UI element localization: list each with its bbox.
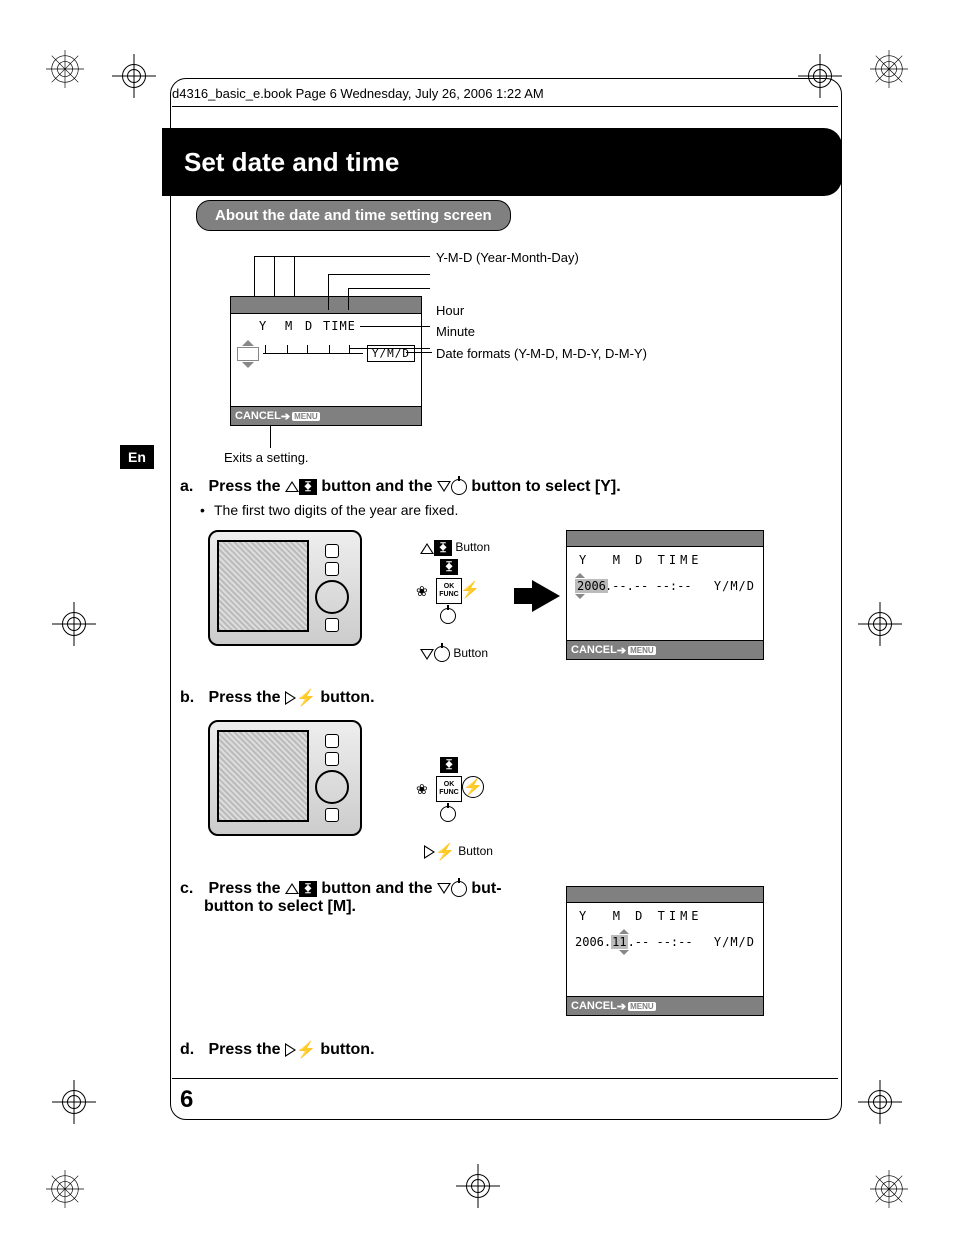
flash-icon: ⚡	[296, 1040, 316, 1060]
registration-mark-icon	[464, 1172, 492, 1200]
timer-icon	[451, 479, 467, 495]
camera-illustration	[208, 720, 362, 836]
header-text: d4316_basic_e.book Page 6 Wednesday, Jul…	[172, 86, 544, 101]
step-b: b. Press the ⚡ button.	[180, 688, 375, 708]
language-tab: En	[120, 445, 154, 469]
flash-icon: ⚡	[460, 580, 480, 600]
dpad-diagram: ⧱ ❀ ⚡ OKFUNC	[418, 560, 478, 620]
section-title-bar: Set date and time	[162, 128, 842, 196]
dpad-diagram: ⧱ ❀ ⚡ OKFUNC	[418, 758, 478, 818]
dpad-down-label: Button	[420, 646, 488, 662]
exposure-icon: ⧱	[440, 559, 458, 575]
up-triangle-icon	[285, 481, 299, 492]
right-triangle-icon	[285, 1043, 296, 1057]
section-title: Set date and time	[184, 147, 399, 178]
camera-illustration	[208, 530, 362, 646]
step-d: d. Press the ⚡ button.	[180, 1040, 375, 1060]
crop-mark-icon	[870, 50, 908, 88]
right-triangle-icon	[285, 691, 296, 705]
exposure-icon: ⧱	[440, 757, 458, 773]
registration-mark-icon	[866, 1088, 894, 1116]
footer-rule	[172, 1078, 838, 1079]
right-triangle-icon	[424, 845, 435, 859]
down-triangle-icon	[420, 649, 434, 660]
timer-icon	[451, 881, 467, 897]
step-a: a. Press the ⧱ button and the button to …	[180, 478, 621, 496]
lcd-diagram: Y M D TIME Y/M/D CANCEL➔MENU	[230, 296, 422, 426]
flower-icon: ❀	[416, 583, 428, 600]
flower-icon: ❀	[416, 781, 428, 798]
timer-icon	[440, 608, 456, 624]
dpad-up-label: ⧱ Button	[420, 540, 490, 556]
step-c: c. Press the ⧱ button and the but- butto…	[180, 880, 570, 916]
label-ymd: Y-M-D (Year-Month-Day)	[436, 250, 579, 265]
step-a-note: The first two digits of the year are fix…	[214, 502, 458, 518]
crop-mark-icon	[46, 50, 84, 88]
label-minute: Minute	[436, 324, 475, 339]
down-triangle-icon	[437, 883, 451, 894]
lcd-screen-year: Y M D TIME 2006.--.-- --:-- 2006 Y/M/D C…	[566, 530, 764, 660]
registration-mark-icon	[120, 62, 148, 90]
cancel-bar: CANCEL➔MENU	[231, 406, 421, 425]
lcd-screen-month: Y M D TIME 2006.11.-- --:-- Y/M/D CANCEL…	[566, 886, 764, 1016]
crop-mark-icon	[870, 1170, 908, 1208]
right-arrow-icon	[532, 580, 560, 612]
dpad-right-label: ⚡ Button	[424, 842, 493, 862]
exposure-icon: ⧱	[299, 881, 317, 897]
page-header: d4316_basic_e.book Page 6 Wednesday, Jul…	[172, 86, 544, 101]
ok-func-button: OKFUNC	[436, 776, 462, 802]
flash-icon: ⚡	[296, 688, 316, 708]
timer-icon	[440, 806, 456, 822]
registration-mark-icon	[60, 610, 88, 638]
exposure-icon: ⧱	[299, 479, 317, 495]
subsection-title: About the date and time setting screen	[196, 200, 511, 231]
page-number: 6	[180, 1086, 193, 1114]
down-triangle-icon	[437, 481, 451, 492]
label-hour: Hour	[436, 303, 464, 318]
registration-mark-icon	[866, 610, 894, 638]
label-formats: Date formats (Y-M-D, M-D-Y, D-M-Y)	[436, 346, 647, 361]
registration-mark-icon	[60, 1088, 88, 1116]
timer-icon	[434, 646, 450, 662]
flash-icon: ⚡	[463, 777, 483, 797]
exposure-icon: ⧱	[434, 540, 452, 556]
crop-mark-icon	[46, 1170, 84, 1208]
flash-icon: ⚡	[435, 842, 455, 862]
up-triangle-icon	[420, 543, 434, 554]
up-triangle-icon	[285, 883, 299, 894]
label-exits: Exits a setting.	[224, 450, 309, 465]
ok-func-button: OKFUNC	[436, 578, 462, 604]
